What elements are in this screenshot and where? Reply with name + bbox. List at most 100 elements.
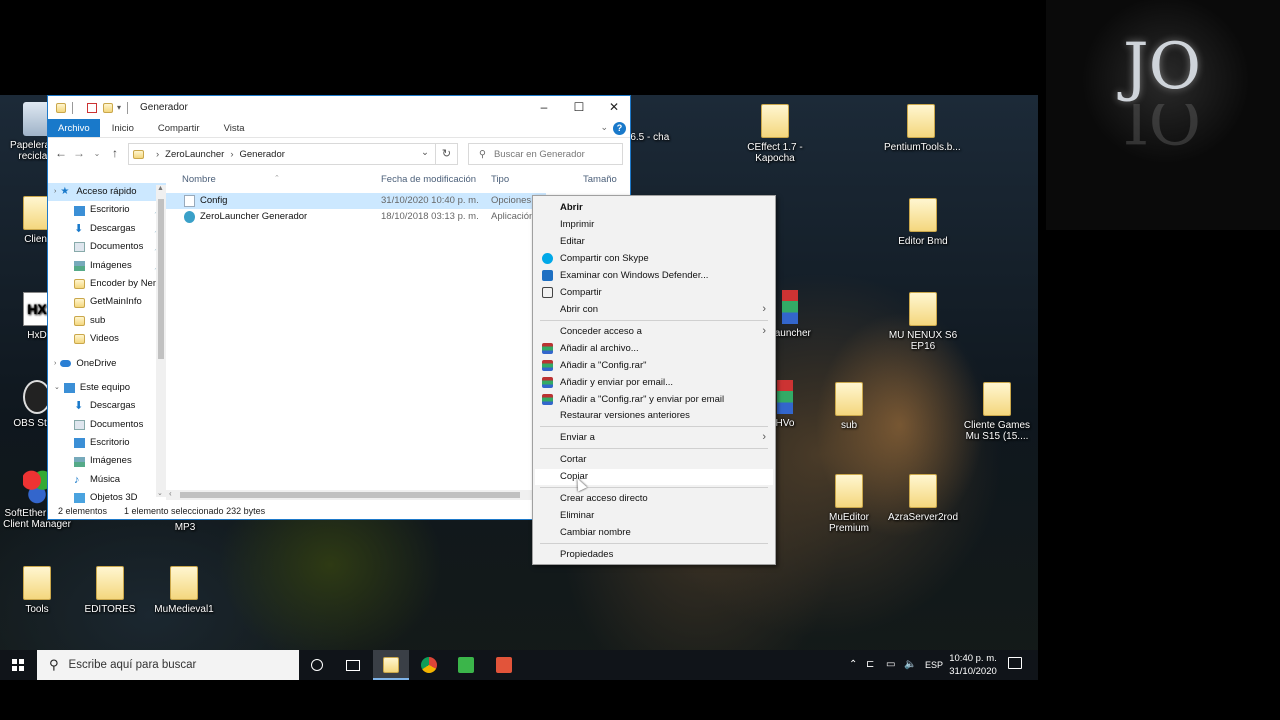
chevron-down-icon[interactable]: ⌄	[421, 147, 429, 158]
start-button[interactable]	[0, 650, 36, 680]
nav-item-imagenes-pc[interactable]: Imágenes	[48, 452, 166, 470]
desktop-icon-mu-nenux[interactable]: MU NENUX S6 EP16	[886, 292, 960, 352]
menu-item-cambiar-nombre[interactable]: Cambiar nombre	[535, 525, 773, 541]
search-input[interactable]: ⚲ Buscar en Generador	[468, 143, 623, 165]
menu-item-editar[interactable]: Editar	[535, 234, 773, 250]
desktop-icon-editor-bmd[interactable]: Editor Bmd	[886, 198, 960, 247]
nav-item-label: OneDrive	[76, 357, 117, 369]
nav-item-acceso-rapido[interactable]: › ★ Acceso rápido	[48, 183, 166, 202]
column-header-nombre[interactable]: Nombre	[182, 174, 216, 185]
recent-locations-icon[interactable]: ⌄	[88, 149, 106, 158]
menu-item-copiar[interactable]: Copiar	[535, 469, 773, 485]
taskbar-camtasia[interactable]	[448, 650, 484, 680]
desktop-icon-editores[interactable]: EDITORES	[73, 566, 147, 615]
breadcrumb-zerolauncher[interactable]: ZeroLauncher	[165, 149, 224, 160]
help-icon[interactable]: ?	[613, 122, 626, 135]
battery-icon[interactable]: ▭	[886, 650, 895, 680]
horizontal-scrollbar[interactable]: ‹	[166, 489, 532, 500]
back-arrow-icon[interactable]: ←	[52, 146, 70, 160]
desktop-icon-mp3[interactable]: MP3	[148, 522, 222, 533]
address-bar[interactable]: › ZeroLauncher › Generador ⌄	[128, 143, 436, 165]
new-folder-icon[interactable]	[103, 102, 113, 113]
scrollbar-thumb[interactable]	[158, 199, 164, 359]
nav-item-escritorio-pc[interactable]: Escritorio	[48, 434, 166, 452]
taskbar-chrome[interactable]	[411, 650, 447, 680]
menu-item-windows-defender[interactable]: Examinar con Windows Defender...	[535, 268, 773, 284]
cortana-button[interactable]	[299, 650, 335, 680]
menu-item-restaurar-versiones[interactable]: Restaurar versiones anteriores	[535, 408, 773, 424]
minimize-button[interactable]: –	[526, 96, 562, 119]
expand-ribbon-icon[interactable]: ⌄	[600, 122, 608, 133]
nav-item-documentos[interactable]: Documentos 📌	[48, 238, 166, 256]
menu-item-enviar-a[interactable]: Enviar a ›	[535, 430, 773, 446]
nav-item-encoder[interactable]: Encoder by Nem	[48, 275, 166, 293]
nav-item-musica[interactable]: ♪ Música	[48, 471, 166, 489]
scrollbar-thumb[interactable]	[180, 492, 520, 498]
nav-item-sub[interactable]: sub	[48, 312, 166, 330]
nav-item-onedrive[interactable]: › OneDrive	[48, 355, 166, 373]
nav-item-getmaininfo[interactable]: GetMainInfo	[48, 293, 166, 311]
taskbar-search-input[interactable]: ⚲ Escribe aquí para buscar	[37, 650, 299, 680]
nav-item-escritorio[interactable]: Escritorio 📌	[48, 201, 166, 219]
menu-item-imprimir[interactable]: Imprimir	[535, 217, 773, 233]
menu-item-conceder-acceso[interactable]: Conceder acceso a ›	[535, 324, 773, 340]
desktop-icon-pentiumtools[interactable]: PentiumTools.b...	[884, 104, 961, 153]
menu-item-anadir-archivo[interactable]: Añadir al archivo...	[535, 341, 773, 357]
nav-item-videos[interactable]: Videos	[48, 330, 166, 348]
nav-item-imagenes[interactable]: Imágenes 📌	[48, 257, 166, 275]
notification-center-icon[interactable]	[1008, 657, 1022, 669]
nav-scrollbar[interactable]: ▲ ⌄	[156, 185, 166, 497]
menu-item-abrir-con[interactable]: Abrir con ›	[535, 302, 773, 318]
menu-item-cortar[interactable]: Cortar	[535, 452, 773, 468]
maximize-button[interactable]: ☐	[561, 96, 597, 119]
menu-item-propiedades[interactable]: Propiedades	[535, 547, 773, 563]
taskbar-file-explorer[interactable]	[373, 650, 409, 680]
column-header-tipo[interactable]: Tipo	[491, 174, 509, 185]
nav-item-descargas[interactable]: ⬇ Descargas 📌	[48, 220, 166, 238]
tab-archivo[interactable]: Archivo	[48, 119, 100, 137]
column-header-tamano[interactable]: Tamaño	[583, 174, 617, 185]
volume-icon[interactable]: 🔈	[904, 650, 916, 680]
desktop-icon-azraserver[interactable]: AzraServer2rod	[886, 474, 960, 523]
menu-item-eliminar[interactable]: Eliminar	[535, 508, 773, 524]
tab-inicio[interactable]: Inicio	[100, 119, 146, 137]
breadcrumb-generador[interactable]: Generador	[240, 149, 285, 160]
desktop-icon-ceffect[interactable]: CEffect 1.7 - Kapocha	[738, 104, 812, 164]
taskbar-recorder[interactable]	[486, 650, 522, 680]
menu-item-anadir-enviar-email[interactable]: Añadir y enviar por email...	[535, 375, 773, 391]
nav-item-descargas-pc[interactable]: ⬇ Descargas	[48, 397, 166, 415]
menu-item-abrir[interactable]: Abrir	[535, 200, 773, 216]
properties-icon[interactable]	[87, 102, 97, 113]
scroll-down-icon[interactable]: ⌄	[157, 489, 163, 497]
nav-item-objetos-3d[interactable]: Objetos 3D	[48, 489, 166, 503]
tab-compartir[interactable]: Compartir	[146, 119, 212, 137]
network-icon[interactable]: ⊏	[866, 650, 874, 680]
show-hidden-icons-button[interactable]: ⌃	[849, 650, 857, 680]
forward-arrow-icon[interactable]: →	[70, 146, 88, 160]
quick-access-dropdown-icon[interactable]: ▾	[117, 103, 121, 112]
file-row-zerolauncher-generador[interactable]: ZeroLauncher Generador 18/10/2018 03:13 …	[166, 209, 546, 225]
scroll-up-icon[interactable]: ▲	[157, 185, 164, 192]
file-row-config[interactable]: Config 31/10/2020 10:40 p. m. Opciones d	[166, 193, 546, 209]
desktop-icon-tools[interactable]: Tools	[0, 566, 74, 615]
menu-item-anadir-config-rar-email[interactable]: Añadir a "Config.rar" y enviar por email	[535, 392, 773, 408]
close-button[interactable]: ✕	[596, 96, 630, 119]
menu-item-anadir-config-rar[interactable]: Añadir a "Config.rar"	[535, 358, 773, 374]
desktop-icon-mumedieval1[interactable]: MuMedieval1	[147, 566, 221, 615]
menu-item-crear-acceso-directo[interactable]: Crear acceso directo	[535, 491, 773, 507]
desktop-icon-cliente-games[interactable]: Cliente Games Mu S15 (15....	[960, 382, 1034, 442]
column-header-fecha[interactable]: Fecha de modificación	[381, 174, 476, 185]
scroll-left-icon[interactable]: ‹	[169, 489, 172, 498]
nav-item-documentos-pc[interactable]: Documentos	[48, 416, 166, 434]
desktop-icon-mueditor-premium[interactable]: MuEditor Premium	[812, 474, 886, 534]
desktop-icon-sub[interactable]: sub	[812, 382, 886, 431]
tab-vista[interactable]: Vista	[212, 119, 257, 137]
menu-item-compartir[interactable]: Compartir	[535, 285, 773, 301]
clock[interactable]: 10:40 p. m. 31/10/2020	[940, 652, 1006, 678]
refresh-button[interactable]: ↻	[436, 143, 458, 165]
task-view-button[interactable]	[335, 650, 371, 680]
up-arrow-icon[interactable]: ↑	[106, 146, 124, 160]
nav-item-este-equipo[interactable]: ⌄ Este equipo	[48, 379, 166, 397]
file-date: 31/10/2020 10:40 p. m.	[381, 195, 479, 206]
menu-item-compartir-skype[interactable]: Compartir con Skype	[535, 251, 773, 267]
